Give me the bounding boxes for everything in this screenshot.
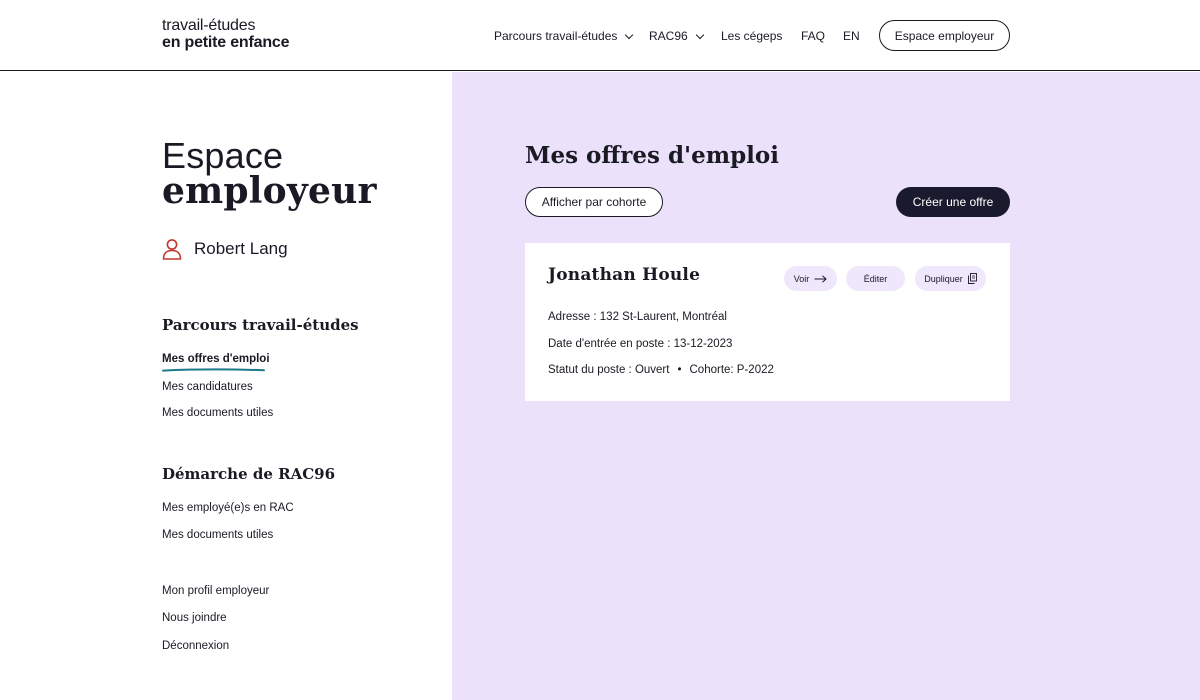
duplicate-button-label: Dupliquer — [924, 273, 963, 284]
section-heading-rac96: Démarche de RAC96 — [162, 465, 336, 483]
top-bar: travail-études en petite enfance Parcour… — [0, 0, 1200, 71]
sidebar-link-employes-rac[interactable]: Mes employé(e)s en RAC — [162, 502, 294, 514]
section-heading-parcours: Parcours travail-études — [162, 316, 359, 334]
chevron-down-icon — [695, 30, 704, 39]
nav-rac96[interactable]: RAC96 — [649, 29, 704, 43]
nav-faq[interactable]: FAQ — [801, 29, 825, 43]
sidebar-link-mes-offres[interactable]: Mes offres d'emploi — [162, 353, 270, 365]
sidebar-link-documents-parcours[interactable]: Mes documents utiles — [162, 407, 273, 419]
sidebar-link-nous-joindre[interactable]: Nous joindre — [162, 612, 227, 624]
create-offer-button[interactable]: Créer une offre — [896, 187, 1010, 217]
view-button-label: Voir — [793, 273, 810, 284]
sidebar-link-deconnexion[interactable]: Déconnexion — [162, 640, 229, 652]
offer-employee-name: Jonathan Houle — [548, 265, 701, 285]
view-button[interactable]: Voir — [784, 266, 837, 291]
sidebar-link-documents-rac[interactable]: Mes documents utiles — [162, 529, 273, 541]
edit-button-label: Éditer — [863, 273, 888, 284]
site-logo[interactable]: travail-études en petite enfance — [162, 17, 290, 51]
nav-parcours[interactable]: Parcours travail-études — [494, 29, 634, 43]
chevron-down-icon — [625, 30, 634, 39]
sidebar-link-candidatures[interactable]: Mes candidatures — [162, 381, 253, 393]
offer-address: Adresse : 132 St-Laurent, Montréal — [548, 311, 727, 323]
copy-icon — [967, 273, 977, 284]
duplicate-button[interactable]: Dupliquer — [915, 266, 986, 291]
arrow-right-icon — [814, 274, 827, 283]
nav-language-toggle[interactable]: EN — [843, 29, 860, 43]
nav-faq-label: FAQ — [801, 29, 826, 43]
job-offer-card: Jonathan Houle Voir Éditer Dupliquer Adr… — [525, 243, 1010, 401]
offer-cohort: Cohorte: P-2022 — [689, 364, 774, 376]
active-underline — [162, 368, 265, 372]
sidebar-title-bold: employeur — [162, 170, 377, 212]
cohort-view-button[interactable]: Afficher par cohorte — [525, 187, 663, 217]
offer-start-date: Date d'entrée en poste : 13-12-2023 — [548, 338, 733, 350]
logo-line-1: travail-études — [162, 17, 256, 34]
nav-cegeps[interactable]: Les cégeps — [721, 29, 782, 43]
employer-space-button[interactable]: Espace employeur — [879, 20, 1010, 51]
edit-button[interactable]: Éditer — [846, 266, 905, 291]
offer-status: Statut du poste : Ouvert — [548, 364, 670, 376]
user-icon — [162, 239, 182, 260]
user-name: Robert Lang — [194, 239, 288, 258]
user-profile: Robert Lang — [162, 238, 288, 260]
nav-parcours-label: Parcours travail-études — [494, 29, 618, 43]
nav-language-label: EN — [843, 29, 860, 43]
bullet-separator: • — [677, 364, 682, 376]
nav-rac96-label: RAC96 — [649, 29, 688, 43]
nav-cegeps-label: Les cégeps — [721, 29, 783, 43]
logo-line-2: en petite enfance — [162, 34, 290, 51]
offer-status-line: Statut du poste : Ouvert • Cohorte: P-2022 — [548, 364, 774, 376]
sidebar-link-profil[interactable]: Mon profil employeur — [162, 585, 269, 597]
page-title: Mes offres d'emploi — [525, 142, 779, 169]
